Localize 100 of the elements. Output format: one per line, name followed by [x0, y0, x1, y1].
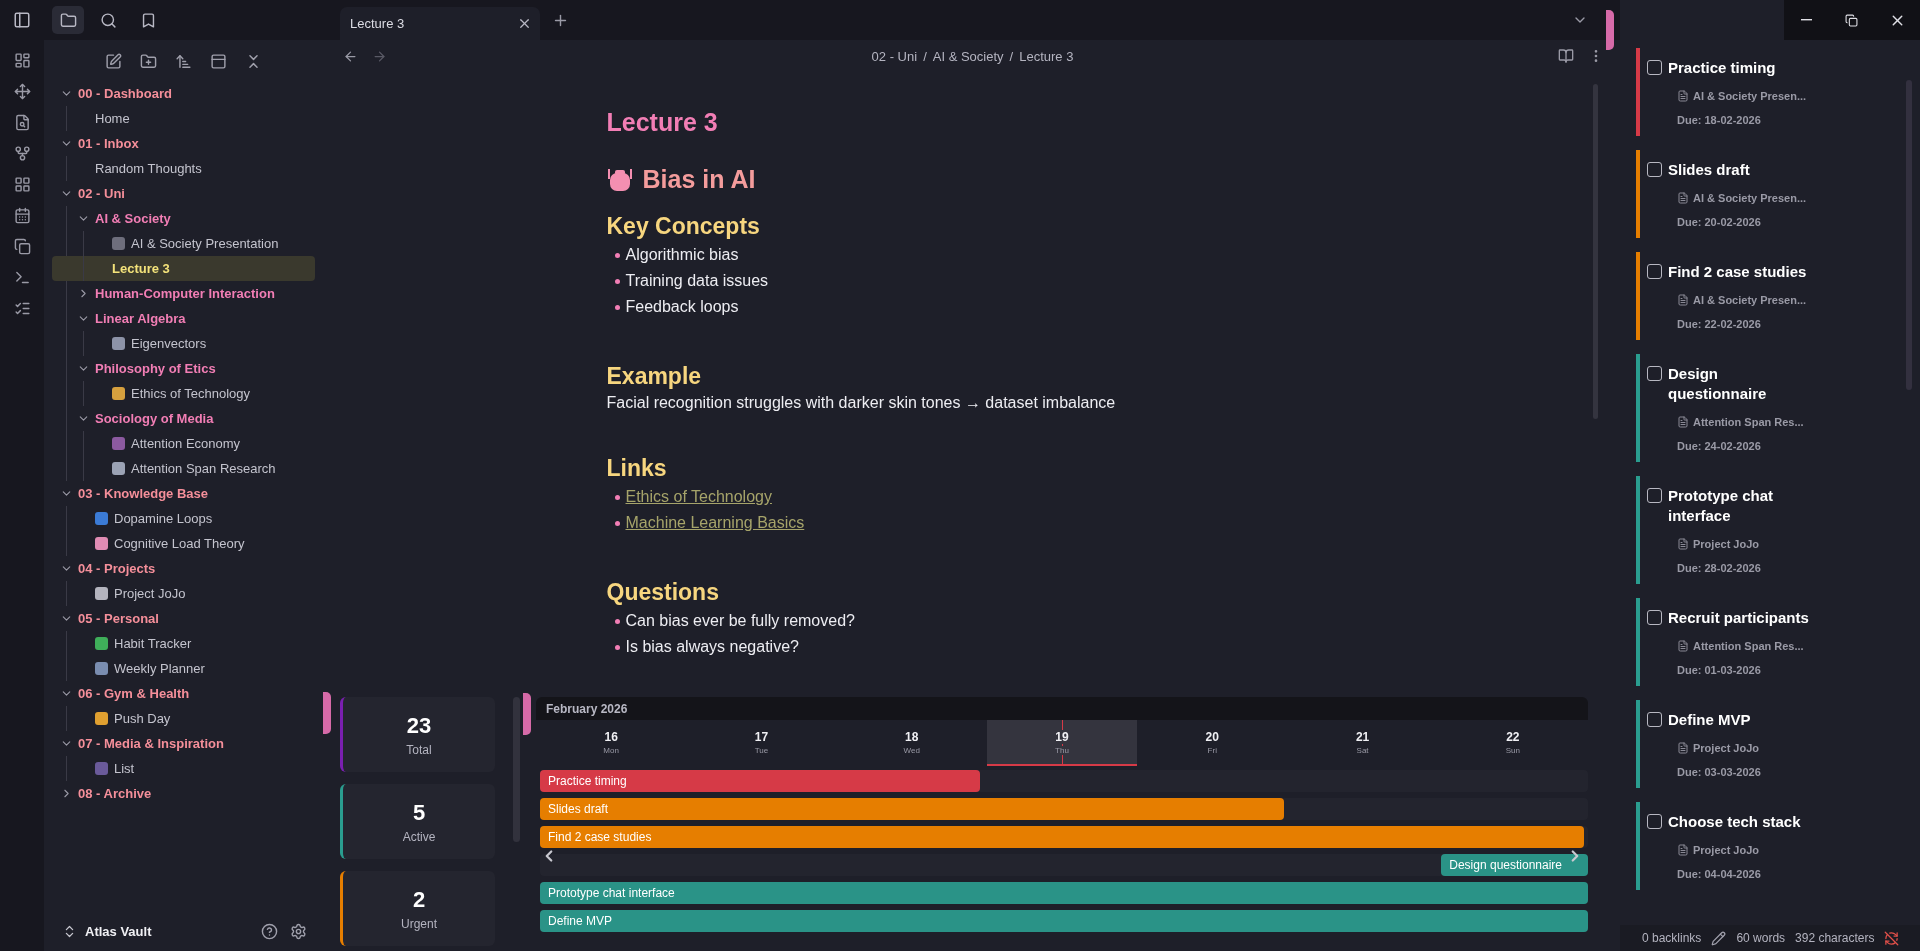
- sort-icon: [175, 53, 192, 70]
- copy-icon[interactable]: [13, 238, 31, 255]
- file-item[interactable]: Random Thoughts: [52, 156, 315, 181]
- note-tab[interactable]: Lecture 3: [340, 7, 540, 40]
- folder-item[interactable]: 01 - Inbox: [52, 131, 315, 156]
- backlinks-count[interactable]: 0 backlinks: [1642, 931, 1702, 945]
- file-item[interactable]: Lecture 3: [52, 256, 315, 281]
- task-project: Attention Span Res...: [1693, 416, 1804, 428]
- timeline-bar[interactable]: Define MVP: [540, 910, 1588, 932]
- file-item[interactable]: Dopamine Loops: [52, 506, 315, 531]
- folder-item[interactable]: 06 - Gym & Health: [52, 681, 315, 706]
- calendar-icon[interactable]: [13, 207, 31, 224]
- task-project: Attention Span Res...: [1693, 640, 1804, 652]
- checkbox[interactable]: [1647, 488, 1662, 503]
- stat-label: Urgent: [401, 916, 437, 931]
- file-item[interactable]: AI & Society Presentation: [52, 231, 315, 256]
- file-item[interactable]: Cognitive Load Theory: [52, 531, 315, 556]
- panel-handle[interactable]: [1606, 10, 1614, 50]
- move-icon[interactable]: [13, 83, 31, 100]
- task-due-date: Due: 03-03-2026: [1676, 766, 1762, 778]
- file-item[interactable]: Project JoJo: [52, 581, 315, 606]
- section-heading: Links: [606, 454, 668, 483]
- bullet-icon: [614, 618, 620, 624]
- breadcrumb-item[interactable]: AI & Society: [932, 48, 1004, 64]
- breadcrumb-item[interactable]: 02 - Uni: [871, 48, 918, 64]
- grid-icon[interactable]: [13, 176, 31, 193]
- folder-item[interactable]: Human-Computer Interaction: [52, 281, 315, 306]
- day-number: 20: [1204, 729, 1220, 744]
- internal-link[interactable]: Machine Learning Basics: [625, 514, 805, 532]
- graph-icon[interactable]: [13, 145, 31, 162]
- close-icon[interactable]: [517, 16, 532, 31]
- bullet-icon: [614, 278, 620, 284]
- file-item[interactable]: List: [52, 756, 315, 781]
- folder-item[interactable]: Linear Algebra: [52, 306, 315, 331]
- task-title: Recruit participants: [1668, 608, 1809, 628]
- checkbox[interactable]: [1647, 264, 1662, 279]
- file-search-icon[interactable]: [13, 114, 31, 131]
- checkbox[interactable]: [1647, 814, 1662, 829]
- sidebar-toggle-icon[interactable]: [13, 11, 31, 29]
- timeline-bar[interactable]: Design questionnaire: [1441, 854, 1588, 876]
- dashboard-icon[interactable]: [13, 52, 31, 69]
- panel-handle[interactable]: [323, 692, 331, 734]
- folder-item[interactable]: 05 - Personal: [52, 606, 315, 631]
- checklist-icon[interactable]: [13, 300, 31, 317]
- folder-item[interactable]: AI & Society: [52, 206, 315, 231]
- folder-item[interactable]: 02 - Uni: [52, 181, 315, 206]
- files-tab[interactable]: [52, 6, 84, 34]
- note-title: Lecture 3: [606, 108, 719, 137]
- timeline-bar[interactable]: Prototype chat interface: [540, 882, 1588, 904]
- task-title: Define MVP: [1668, 710, 1751, 730]
- task-project: Project JoJo: [1693, 742, 1760, 754]
- file-item[interactable]: Habit Tracker: [52, 631, 315, 656]
- file-item[interactable]: Push Day: [52, 706, 315, 731]
- file-item[interactable]: Eigenvectors: [52, 331, 315, 356]
- sync-off-icon[interactable]: [1884, 930, 1900, 946]
- panel-icon: [210, 53, 227, 70]
- checkbox[interactable]: [1647, 60, 1662, 75]
- day-name: Wed: [902, 745, 921, 755]
- document-icon: [1677, 844, 1689, 856]
- new-note-button[interactable]: [103, 51, 124, 72]
- folder-item[interactable]: 08 - Archive: [52, 781, 315, 806]
- breadcrumb-item[interactable]: Lecture 3: [1019, 48, 1074, 64]
- bullet-icon: [614, 252, 620, 258]
- file-item[interactable]: Attention Economy: [52, 431, 315, 456]
- robot-icon: [606, 166, 633, 193]
- task-project: Project JoJo: [1693, 844, 1760, 856]
- task-project: Project JoJo: [1693, 538, 1760, 550]
- stat-value: 5: [412, 799, 426, 826]
- folder-item[interactable]: 07 - Media & Inspiration: [52, 731, 315, 756]
- section-heading: Key Concepts: [606, 212, 761, 241]
- checkbox[interactable]: [1647, 610, 1662, 625]
- folder-item[interactable]: 03 - Knowledge Base: [52, 481, 315, 506]
- checkbox[interactable]: [1647, 712, 1662, 727]
- task-due-date: Due: 01-03-2026: [1676, 664, 1762, 676]
- bullet-icon: [614, 520, 620, 526]
- file-item[interactable]: Attention Span Research: [52, 456, 315, 481]
- file-item[interactable]: Weekly Planner: [52, 656, 315, 681]
- edit-icon[interactable]: [1711, 930, 1727, 946]
- stat-value: 23: [406, 712, 432, 739]
- file-item[interactable]: Ethics of Technology: [52, 381, 315, 406]
- folder-item[interactable]: 00 - Dashboard: [52, 81, 315, 106]
- list-item: Can bias ever be fully removed?: [625, 612, 855, 630]
- day-number: 17: [753, 729, 770, 744]
- panel-handle[interactable]: [523, 693, 531, 735]
- folder-item[interactable]: Philosophy of Etics: [52, 356, 315, 381]
- file-item[interactable]: Home: [52, 106, 315, 131]
- day-number: 19: [1053, 729, 1071, 744]
- folder-item[interactable]: Sociology of Media: [52, 406, 315, 431]
- terminal-icon[interactable]: [13, 269, 31, 286]
- day-number: 22: [1505, 729, 1521, 744]
- timeline-bar[interactable]: Practice timing: [540, 770, 981, 792]
- checkbox[interactable]: [1647, 162, 1662, 177]
- settings-icon: [290, 922, 307, 940]
- checkbox[interactable]: [1647, 366, 1662, 381]
- panel-button[interactable]: [208, 51, 229, 72]
- task-title: Design questionnaire: [1668, 364, 1768, 404]
- vault-name[interactable]: Atlas Vault: [85, 923, 251, 939]
- internal-link[interactable]: Ethics of Technology: [625, 488, 772, 506]
- folder-item[interactable]: 04 - Projects: [52, 556, 315, 581]
- day-name: Mon: [602, 745, 620, 755]
